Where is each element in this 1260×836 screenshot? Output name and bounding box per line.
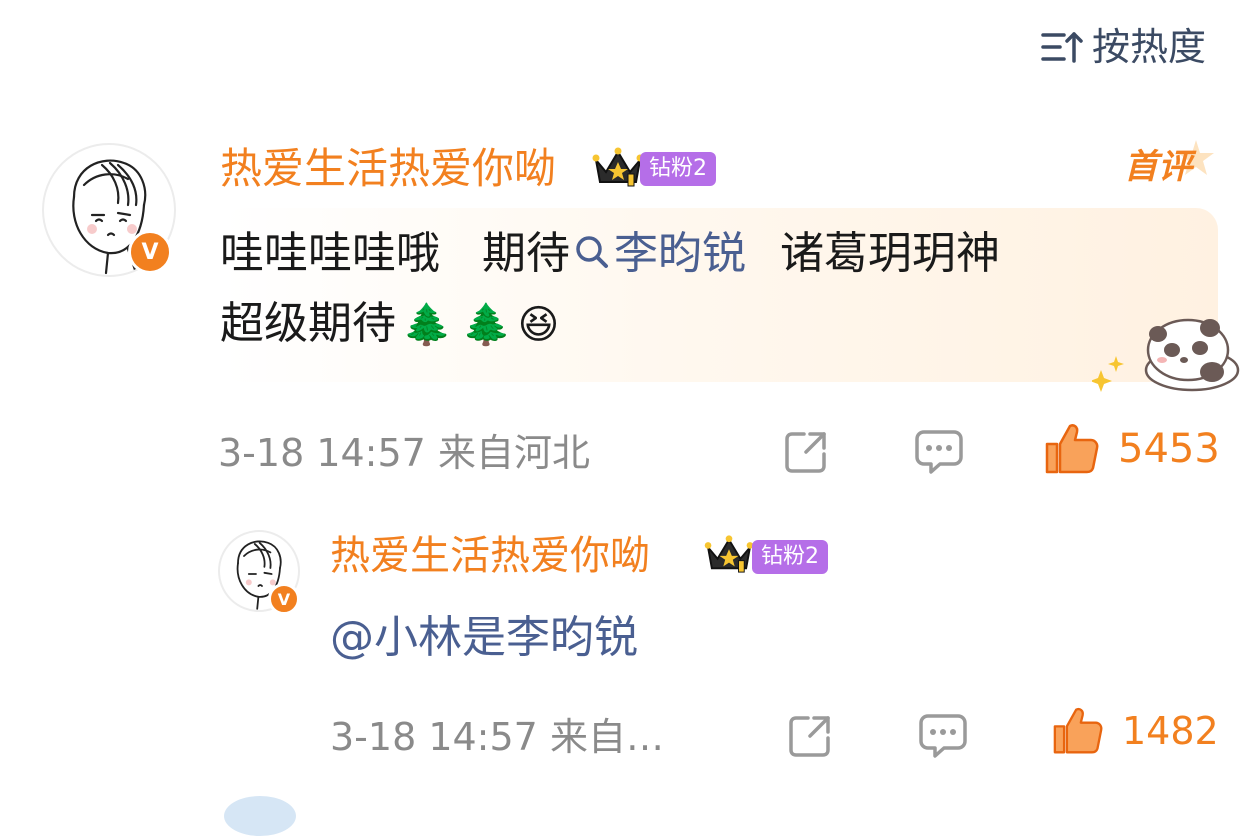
reply-text[interactable]: @小林是李昀锐	[330, 616, 638, 660]
like-icon	[1053, 707, 1103, 754]
like-icon	[1045, 424, 1099, 474]
comment-text-part2: 诸葛玥玥神	[779, 228, 1000, 279]
fan-level-badge: 钻粉2	[640, 152, 716, 186]
reply-timestamp: 3-18 14:57	[330, 715, 538, 759]
share-icon[interactable]	[782, 428, 830, 476]
panda-sticker	[1092, 318, 1240, 392]
tree-emoji: 🌲	[461, 302, 512, 348]
next-item-avatar-partial	[224, 796, 296, 836]
laughing-emoji: 😆	[517, 302, 560, 348]
reply-username[interactable]: 热爱生活热爱你呦	[330, 536, 650, 576]
comment: V 热爱生活热爱你呦 钻粉2 首评 哇哇哇哇哦 期待 李昀锐 诸葛玥玥神 超级期…	[0, 0, 1260, 500]
location: 来自河北	[438, 431, 591, 475]
like-button[interactable]: 5453	[1044, 422, 1220, 476]
tree-emoji: 🌲	[402, 302, 452, 348]
comment-icon[interactable]	[918, 712, 968, 760]
timestamp: 3-18 14:57	[218, 431, 426, 475]
crown-icon	[704, 535, 754, 573]
verified-badge: V	[128, 230, 172, 274]
share-icon[interactable]	[786, 712, 834, 760]
comment-text-line-2: 超级期待 🌲 🌲 😆	[220, 302, 559, 346]
crown-icon	[592, 147, 644, 187]
like-button[interactable]: 1482	[1052, 706, 1219, 756]
comment-text-line2: 超级期待	[220, 298, 396, 349]
first-comment-tag: 首评	[1122, 138, 1218, 192]
verified-badge: V	[268, 583, 300, 615]
comment-text-line-1: 哇哇哇哇哦 期待 李昀锐 诸葛玥玥神	[220, 232, 1000, 276]
like-count: 1482	[1122, 709, 1219, 753]
username[interactable]: 热爱生活热爱你呦	[220, 148, 556, 190]
reply-location: 来自…	[550, 715, 665, 759]
mention-name: 李昀锐	[613, 228, 746, 279]
comment-icon[interactable]	[914, 428, 964, 476]
search-icon	[576, 236, 608, 268]
reply: V 热爱生活热爱你呦 钻粉2 @小林是李昀锐 3-18 14:57 来自… 14…	[0, 500, 1260, 836]
comment-text-part1: 哇哇哇哇哦 期待	[220, 228, 570, 279]
first-comment-label: 首评	[1124, 147, 1192, 187]
fan-level-badge: 钻粉2	[752, 540, 828, 574]
like-count: 5453	[1118, 426, 1220, 472]
mention-link[interactable]: 李昀锐	[570, 228, 746, 279]
